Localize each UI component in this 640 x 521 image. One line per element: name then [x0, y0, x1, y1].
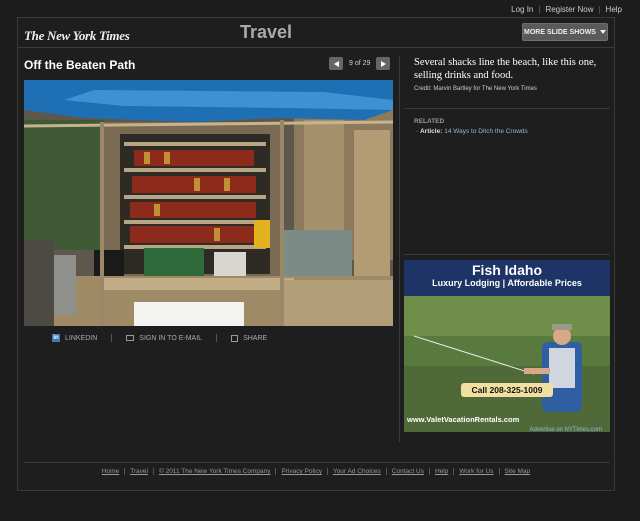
email-icon — [126, 335, 135, 341]
slide-pager: 9 of 29 — [329, 57, 391, 70]
divider — [404, 108, 610, 109]
divider — [404, 254, 610, 255]
footer-nav: Home Travel © 2011 The New York Times Co… — [18, 468, 614, 475]
masthead: The New York Times Travel MORE SLIDE SHO… — [18, 18, 614, 48]
advertise-link[interactable]: Advertise on NYTimes.com — [530, 427, 602, 433]
slide-caption: Several shacks line the beach, like this… — [414, 57, 597, 81]
linkedin-share[interactable]: in LINKEDIN — [52, 334, 97, 342]
related-heading: RELATED — [414, 118, 445, 125]
photo-credit: Credit: Marvin Bartley for The New York … — [414, 86, 537, 92]
ad-fisherman-image — [404, 296, 610, 432]
login-link[interactable]: Log In — [511, 5, 533, 14]
share-toolbar: in LINKEDIN SIGN IN TO E-MAIL SHARE — [52, 334, 267, 342]
footer-link-help[interactable]: Help — [428, 468, 453, 475]
footer-link-privacy[interactable]: Privacy Policy — [275, 468, 326, 475]
separator: | — [538, 5, 541, 14]
slide-photo[interactable] — [24, 80, 393, 326]
related-link[interactable]: 14 Ways to Ditch the Crowds — [444, 128, 528, 135]
arrow-left-icon — [333, 60, 339, 67]
footer-link-travel[interactable]: Travel — [124, 468, 153, 475]
footer-link-contact[interactable]: Contact Us — [385, 468, 429, 475]
next-slide-button[interactable] — [376, 57, 391, 70]
linkedin-label: LINKEDIN — [65, 334, 98, 342]
top-utility-nav: Log In | Register Now | Help — [511, 5, 622, 14]
separator — [216, 334, 218, 342]
ad-url: www.ValetVacationRentals.com — [407, 415, 520, 424]
column-divider — [399, 56, 400, 442]
footer-copyright[interactable]: © 2011 The New York Times Company — [152, 468, 276, 475]
footer-link-ad-choices[interactable]: Your Ad Choices — [326, 468, 386, 475]
footer-divider — [24, 462, 610, 463]
email-label: SIGN IN TO E-MAIL — [139, 334, 203, 342]
ad-title: Fish Idaho — [472, 262, 542, 278]
separator — [111, 334, 113, 342]
email-share[interactable]: SIGN IN TO E-MAIL — [126, 335, 202, 342]
related-type: Article: — [419, 128, 443, 135]
share-icon — [231, 334, 239, 342]
nyt-logo[interactable]: The New York Times — [24, 28, 130, 44]
footer-link-home[interactable]: Home — [97, 468, 124, 475]
ad-banner: Fish Idaho Luxury Lodging | Affordable P… — [404, 260, 610, 296]
arrow-right-icon — [380, 60, 386, 67]
ad-subtitle: Luxury Lodging | Affordable Prices — [432, 278, 582, 288]
previous-slide-button[interactable] — [329, 57, 343, 70]
share-button[interactable]: SHARE — [231, 334, 268, 342]
share-label: SHARE — [243, 334, 268, 342]
section-title[interactable]: Travel — [240, 22, 292, 43]
chevron-down-icon — [599, 30, 606, 34]
ad-phone: Call 208-325-1009 — [461, 383, 553, 397]
bullet: · — [416, 128, 419, 135]
footer-link-sitemap[interactable]: Site Map — [498, 468, 536, 475]
beach-shack-photo — [24, 80, 393, 326]
more-slide-shows-button[interactable]: MORE SLIDE SHOWS — [522, 23, 608, 41]
separator: | — [598, 5, 601, 14]
help-link[interactable]: Help — [606, 5, 622, 14]
more-slide-shows-label: MORE SLIDE SHOWS — [524, 28, 596, 36]
slideshow-frame: The New York Times Travel MORE SLIDE SHO… — [17, 17, 615, 491]
slideshow-title: Off the Beaten Path — [24, 58, 136, 72]
related-article[interactable]: · Article: 14 Ways to Ditch the Crowds — [416, 128, 528, 135]
advertisement[interactable]: Fish Idaho Luxury Lodging | Affordable P… — [404, 260, 610, 432]
linkedin-icon: in — [52, 334, 60, 342]
register-link[interactable]: Register Now — [545, 5, 593, 14]
slide-counter: 9 of 29 — [349, 60, 371, 67]
footer-link-work[interactable]: Work for Us — [453, 468, 498, 475]
